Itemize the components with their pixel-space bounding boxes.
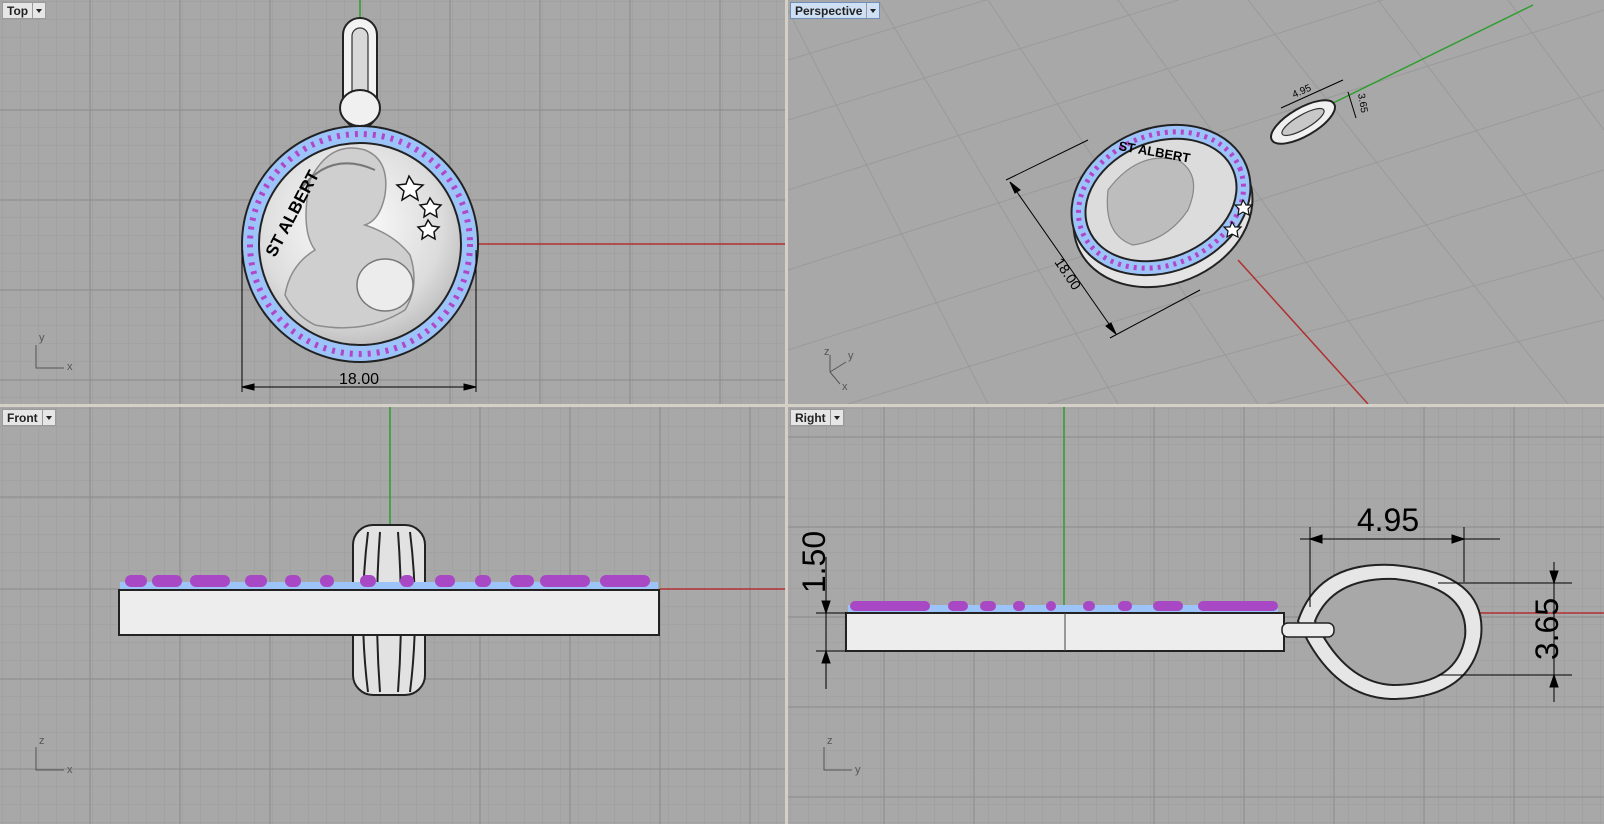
medal[interactable]: [118, 575, 660, 636]
axis-label-z: z: [827, 735, 833, 747]
axis-label-x: x: [842, 381, 848, 393]
viewport-label-front[interactable]: Front: [2, 409, 56, 426]
viewport-front[interactable]: z x Front: [0, 407, 785, 824]
perspective-scene[interactable]: ST ALBERT 18.00 4.95 3.65 z y x: [788, 0, 1604, 404]
medal[interactable]: ST ALBERT: [241, 125, 479, 363]
bail[interactable]: [339, 17, 381, 129]
chevron-down-icon[interactable]: [32, 3, 45, 18]
viewport-label-perspective[interactable]: Perspective: [790, 2, 881, 19]
viewport-title: Top: [7, 3, 29, 18]
chevron-down-icon[interactable]: [41, 410, 55, 425]
dimension-label: 3.65: [1529, 598, 1565, 660]
viewport-label-top[interactable]: Top: [2, 2, 47, 19]
viewport-title: Perspective: [795, 3, 863, 18]
viewport-right[interactable]: 1.50 4.95 3.65 z y Right: [788, 407, 1604, 824]
axis-label-z: z: [39, 735, 45, 747]
chevron-down-icon[interactable]: [829, 410, 843, 425]
viewport-perspective[interactable]: ST ALBERT 18.00 4.95 3.65 z y x Perspect…: [788, 0, 1604, 404]
medal[interactable]: [845, 601, 1285, 652]
chevron-down-icon[interactable]: [866, 3, 879, 18]
front-scene[interactable]: z x: [0, 407, 785, 824]
dimension-label: 4.95: [1357, 502, 1419, 538]
axis-label-x: x: [67, 361, 73, 373]
axis-label-y: y: [39, 332, 45, 344]
viewport-title: Right: [795, 410, 826, 425]
right-scene[interactable]: 1.50 4.95 3.65 z y: [788, 407, 1604, 824]
dimension-label: 1.50: [796, 531, 832, 593]
viewport-top[interactable]: ST ALBERT 18.00 y x Top: [0, 0, 785, 404]
viewport-layout: ST ALBERT 18.00 y x Top ST ALBERT 18.00 …: [0, 0, 1604, 824]
viewport-title: Front: [7, 410, 38, 425]
axis-label-z: z: [824, 346, 830, 358]
axis-label-x: x: [67, 764, 73, 776]
axis-label-y: y: [848, 350, 854, 362]
axis-label-y: y: [855, 764, 861, 776]
dimension-label: 18.00: [339, 371, 379, 388]
viewport-label-right[interactable]: Right: [790, 409, 844, 426]
top-scene[interactable]: ST ALBERT 18.00 y x: [0, 0, 785, 404]
